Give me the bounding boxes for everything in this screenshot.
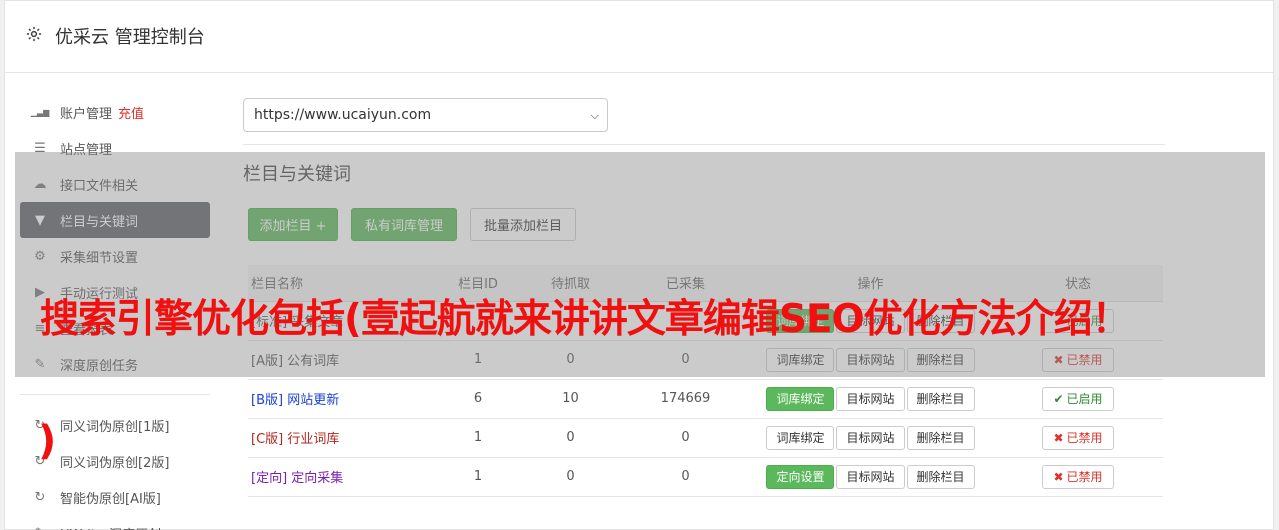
column-id: 6 xyxy=(438,379,518,419)
bar-chart-icon: ▁▃▆ xyxy=(30,107,50,117)
sidebar-item[interactable]: ↻ 智能伪原创[AI版] xyxy=(20,479,210,515)
status-cell: ✔ 已启用 xyxy=(993,379,1163,419)
close-icon: ✖ xyxy=(1053,430,1064,445)
lexicon-bind-button[interactable]: 词库绑定 xyxy=(766,425,835,450)
collected-count: 0 xyxy=(623,457,748,497)
lexicon-bind-button[interactable]: 词库绑定 xyxy=(766,386,835,411)
target-site-button[interactable]: 目标网站 xyxy=(836,386,905,411)
check-icon: ✔ xyxy=(1053,391,1064,406)
target-site-button[interactable]: 目标网站 xyxy=(836,464,905,489)
sidebar-item-label: 账户管理 xyxy=(60,106,113,122)
status-cell: ✖ 已禁用 xyxy=(993,418,1163,458)
sidebar-item[interactable]: ▁▃▆ 账户管理 充值 xyxy=(20,94,210,130)
actions-cell: 词库绑定 目标网站 删除栏目 xyxy=(748,379,993,419)
status-toggle[interactable]: ✔ 已启用 xyxy=(1042,386,1114,411)
status-cell: ✖ 已禁用 xyxy=(993,457,1163,497)
column-name-cell: [定向] 定向采集 xyxy=(248,457,438,497)
column-name-cell: [B版] 网站更新 xyxy=(248,379,438,419)
sidebar-item[interactable]: ✎ UWriter深度原创 xyxy=(20,515,210,530)
actions-cell: 词库绑定 目标网站 删除栏目 xyxy=(748,418,993,458)
pending-count: 10 xyxy=(518,379,623,419)
sidebar-item-label: 同义词伪原创[1版] xyxy=(60,419,170,435)
pending-count: 0 xyxy=(518,418,623,458)
column-name[interactable]: [定向] 定向采集 xyxy=(251,471,343,486)
lexicon-bind-button[interactable]: 定向设置 xyxy=(766,464,835,489)
status-toggle[interactable]: ✖ 已禁用 xyxy=(1042,425,1114,450)
column-name[interactable]: [C版] 行业词库 xyxy=(251,432,339,447)
delete-column-button[interactable]: 删除栏目 xyxy=(906,464,975,489)
collected-count: 174669 xyxy=(623,379,748,419)
divider xyxy=(243,144,1165,145)
delete-column-button[interactable]: 删除栏目 xyxy=(906,425,975,450)
status-label: 已启用 xyxy=(1066,392,1103,406)
sidebar-item-label: 同义词伪原创[2版] xyxy=(60,455,170,471)
app-title: 优采云 管理控制台 xyxy=(55,27,205,48)
pending-count: 0 xyxy=(518,457,623,497)
target-site-button[interactable]: 目标网站 xyxy=(836,425,905,450)
status-label: 已禁用 xyxy=(1066,470,1103,484)
table-row: [C版] 行业词库 1 0 0 词库绑定 目标网站 删除栏目 ✖ 已禁用 xyxy=(248,418,1163,458)
column-id: 1 xyxy=(438,418,518,458)
column-id: 1 xyxy=(438,457,518,497)
recharge-link[interactable]: 充值 xyxy=(118,103,144,122)
site-select[interactable]: https://www.ucaiyun.com ⌵ xyxy=(243,98,608,132)
table-row: [B版] 网站更新 6 10 174669 词库绑定 目标网站 删除栏目 ✔ 已启用 xyxy=(248,379,1163,419)
site-select-value: https://www.ucaiyun.com xyxy=(254,107,432,123)
chevron-down-icon: ⌵ xyxy=(590,109,599,122)
sidebar-item-label: UWriter深度原创 xyxy=(60,524,161,530)
spam-banner-text: 搜索引擎优化包括(壹起航就来讲讲文章编辑SEO优化方法介绍！ xyxy=(40,297,1131,342)
banner-paren: ) xyxy=(38,418,57,464)
collected-count: 0 xyxy=(623,418,748,458)
close-icon: ✖ xyxy=(1053,469,1064,484)
status-toggle[interactable]: ✖ 已禁用 xyxy=(1042,464,1114,489)
top-bar: 优采云 管理控制台 xyxy=(5,1,1273,73)
actions-cell: 定向设置 目标网站 删除栏目 xyxy=(748,457,993,497)
column-name[interactable]: [B版] 网站更新 xyxy=(251,393,339,408)
delete-column-button[interactable]: 删除栏目 xyxy=(906,386,975,411)
table-row: [定向] 定向采集 1 0 0 定向设置 目标网站 删除栏目 ✖ 已禁用 xyxy=(248,457,1163,497)
status-label: 已禁用 xyxy=(1066,431,1103,445)
column-name-cell: [C版] 行业词库 xyxy=(248,418,438,458)
gear-icon xyxy=(26,26,42,42)
sidebar-divider xyxy=(20,394,210,395)
refresh-icon: ↻ xyxy=(34,489,46,505)
sidebar-item-label: 智能伪原创[AI版] xyxy=(60,491,161,507)
edit-icon: ✎ xyxy=(32,525,48,530)
